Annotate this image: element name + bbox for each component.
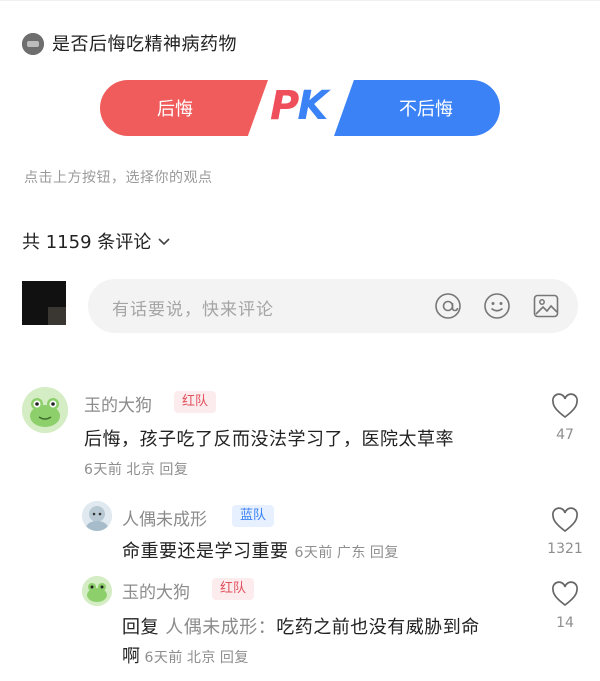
comment-text: 后悔，孩子吃了反而没法学习了，医院太草率 (84, 429, 454, 450)
comment-body: 啊 6天前 北京 回复 (122, 642, 253, 668)
heart-icon (552, 581, 578, 607)
comment-username[interactable]: 玉的大狗 (84, 391, 152, 416)
vote-regret-button[interactable]: 后悔 (100, 80, 268, 136)
poll-icon (22, 33, 44, 55)
avatar[interactable] (82, 501, 112, 531)
vote-regret-label: 后悔 (157, 99, 193, 120)
doll-icon (82, 501, 112, 531)
image-icon[interactable] (532, 292, 560, 320)
comment-body: 命重要还是学习重要 6天前 广东 回复 (122, 537, 403, 563)
heart-icon (552, 393, 578, 419)
reply-link[interactable]: 回复 (159, 462, 188, 478)
comment-text: 回复 人偶未成形：吃药之前也没有威胁到命 (122, 617, 480, 638)
like-count: 14 (556, 615, 574, 631)
mention-icon[interactable] (434, 292, 462, 320)
heart-icon (552, 507, 578, 533)
my-avatar[interactable] (22, 281, 66, 325)
reply-link[interactable]: 回复 (220, 650, 249, 666)
reply-link[interactable]: 回复 (370, 545, 399, 561)
comment-count-label: 共 1159 条评论 (22, 232, 152, 253)
comment-username[interactable]: 玉的大狗 (122, 578, 190, 603)
frog-icon (22, 387, 68, 433)
top-divider (0, 0, 600, 1)
comment-meta: 6天前 北京 回复 (84, 462, 189, 478)
like-count: 1321 (547, 541, 583, 557)
avatar[interactable] (22, 387, 68, 433)
vote-no-regret-button[interactable]: 不后悔 (334, 80, 500, 136)
like-button[interactable]: 1321 (545, 507, 585, 557)
team-badge: 蓝队 (232, 505, 275, 527)
poll-hint: 点击上方按钮，选择你的观点 (24, 170, 213, 186)
frog-icon (82, 576, 112, 606)
reply-target-username[interactable]: 人偶未成形： (165, 617, 276, 638)
comment-username[interactable]: 人偶未成形 (122, 505, 207, 530)
team-badge: 红队 (174, 391, 217, 413)
like-button[interactable]: 47 (545, 393, 585, 443)
comment-text: 命重要还是学习重要 (122, 541, 289, 562)
like-button[interactable]: 14 (545, 581, 585, 631)
team-badge: 红队 (212, 578, 255, 600)
emoji-icon[interactable] (483, 292, 511, 320)
like-count: 47 (556, 427, 574, 443)
comment-count-sort[interactable]: 共 1159 条评论 (22, 228, 171, 254)
chevron-down-icon (158, 238, 170, 246)
vote-no-regret-label: 不后悔 (399, 99, 453, 120)
comment-meta: 6天前 广东 回复 (294, 545, 399, 561)
pk-logo: PK (270, 83, 328, 129)
comment-input-placeholder: 有话要说，快来评论 (112, 300, 274, 320)
avatar[interactable] (82, 576, 112, 606)
comment-meta: 6天前 北京 回复 (144, 650, 249, 666)
poll-title: 是否后悔吃精神病药物 (52, 34, 237, 55)
